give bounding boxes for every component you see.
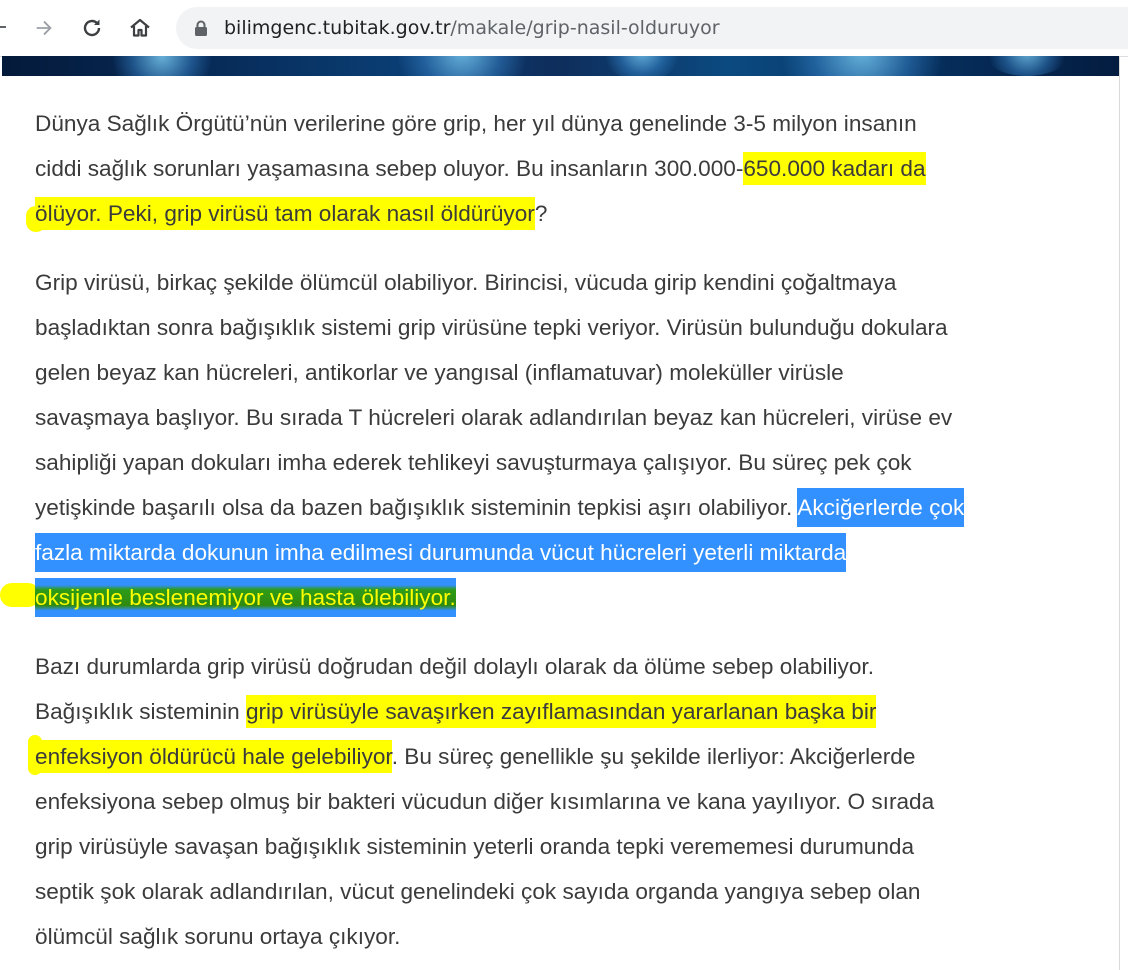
text-line: Bağışıklık sisteminin grip virüsüyle sav… (35, 689, 1095, 734)
back-button-partial[interactable] (0, 26, 6, 28)
text-segment: yetişkinde başarılı olsa da bazen bağışı… (35, 495, 798, 520)
selected-text[interactable]: Akciğerlerde çok (797, 488, 965, 527)
url-path: /makale/grip-nasil-olduruyor (450, 17, 720, 39)
page-right-edge (1119, 56, 1120, 970)
url-text: bilimgenc.tubitak.gov.tr/makale/grip-nas… (224, 7, 720, 49)
highlighted-text: enfeksiyon öldürücü hale gelebiliyor (35, 740, 392, 773)
text-line: gelen beyaz kan hücreleri, antikorlar ve… (35, 360, 844, 385)
paragraph-3: Bazı durumlarda grip virüsü doğrudan değ… (35, 644, 1095, 959)
selected-highlighted-text[interactable]: oksijenle beslenemiyor ve hasta ölebiliy… (35, 578, 456, 617)
paragraph-1: Dünya Sağlık Örgütü’nün verilerine göre … (35, 101, 1095, 236)
text-line: ölüyor. Peki, grip virüsü tam olarak nas… (35, 191, 1095, 236)
highlighted-text: 650.000 kadarı da (743, 152, 926, 185)
text-line: başladıktan sonra bağışıklık sistemi gri… (35, 315, 948, 340)
marker-stroke (0, 583, 40, 607)
article-header-image (2, 56, 1119, 76)
text-line: Grip virüsü, birkaç şekilde ölümcül olab… (35, 270, 897, 295)
lock-icon (194, 20, 208, 41)
forward-arrow-icon (33, 17, 55, 39)
text-line: oksijenle beslenemiyor ve hasta ölebiliy… (35, 575, 1095, 620)
highlighted-text: grip virüsüyle savaşırken zayıflamasında… (245, 695, 877, 728)
text-line: sahipliği yapan dokuları imha ederek teh… (35, 450, 912, 475)
reload-button[interactable] (76, 12, 108, 44)
url-host: bilimgenc.tubitak.gov.tr (224, 17, 451, 39)
highlighted-text: ölüyor. Peki, grip virüsü tam olarak nas… (35, 197, 535, 230)
text-line: grip virüsüyle savaşan bağışıklık sistem… (35, 834, 915, 859)
article-body: Dünya Sağlık Örgütü’nün verilerine göre … (35, 101, 1095, 970)
text-segment: ? (534, 201, 548, 226)
text-line: Dünya Sağlık Örgütü’nün verilerine göre … (35, 111, 917, 136)
text-line: septik şok olarak adlandırılan, vücut ge… (35, 879, 921, 904)
reload-icon (80, 16, 104, 40)
address-bar[interactable]: bilimgenc.tubitak.gov.tr/makale/grip-nas… (176, 7, 1128, 49)
text-line: Bazı durumlarda grip virüsü doğrudan değ… (35, 654, 874, 679)
text-line: yetişkinde başarılı olsa da bazen bağışı… (35, 485, 1095, 530)
home-button[interactable] (124, 12, 156, 44)
paragraph-2: Grip virüsü, birkaç şekilde ölümcül olab… (35, 260, 1095, 620)
browser-toolbar: bilimgenc.tubitak.gov.tr/makale/grip-nas… (0, 0, 1128, 57)
text-line: ciddi sağlık sorunları yaşamasına sebep … (35, 146, 1095, 191)
forward-button[interactable] (28, 12, 60, 44)
text-segment: Bağışıklık sisteminin (35, 699, 246, 724)
home-icon (128, 16, 152, 40)
text-segment: . Bu süreç genellikle şu şekilde ilerliy… (391, 744, 916, 769)
text-segment: ciddi sağlık sorunları yaşamasına sebep … (35, 156, 744, 181)
text-line: savaşmaya başlıyor. Bu sırada T hücreler… (35, 405, 953, 430)
text-line: enfeksiyon öldürücü hale gelebiliyor. Bu… (35, 734, 1095, 779)
text-line: fazla miktarda dokunun imha edilmesi dur… (35, 530, 1095, 575)
selected-text[interactable]: fazla miktarda dokunun imha edilmesi dur… (35, 533, 847, 572)
text-line: enfeksiyona sebep olmuş bir bakteri vücu… (35, 789, 935, 814)
text-line: ölümcül sağlık sorunu ortaya çıkıyor. (35, 924, 401, 949)
